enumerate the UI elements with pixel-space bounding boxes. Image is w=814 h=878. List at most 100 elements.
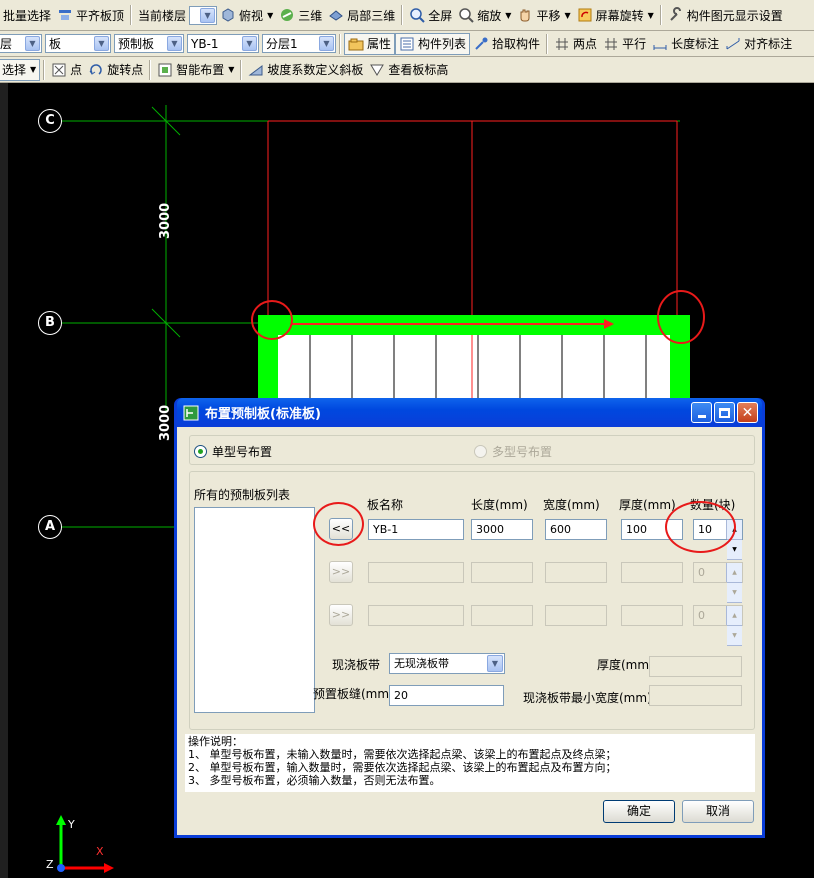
subtype-combo[interactable]: 预制板 ▼ xyxy=(114,34,184,53)
chevron-down-icon: ▼ xyxy=(487,655,503,672)
row2-name-input[interactable] xyxy=(368,562,464,583)
zoom-button[interactable]: 缩放 ▼ xyxy=(455,4,514,26)
zoom-icon xyxy=(458,7,474,23)
screen-rotate-button[interactable]: 屏幕旋转 ▼ xyxy=(574,4,657,26)
header-thickness: 厚度(mm) xyxy=(619,498,676,512)
layer-combo[interactable]: 分层1 ▼ xyxy=(262,34,336,53)
two-point-button[interactable]: 两点 xyxy=(551,33,600,55)
chevron-down-icon: ▼ xyxy=(94,36,109,51)
move-right-button-2[interactable]: >> xyxy=(329,561,353,583)
ucs-x-label: X xyxy=(96,845,104,858)
close-icon: ✕ xyxy=(741,404,754,421)
slab-frame xyxy=(258,315,690,405)
min-width-input[interactable] xyxy=(649,685,742,706)
ok-button[interactable]: 确定 xyxy=(603,800,675,823)
rotate-icon xyxy=(88,62,104,78)
instructions-title: 操作说明： xyxy=(188,735,243,748)
row1-length-input[interactable]: 3000 xyxy=(471,519,533,540)
fullscreen-button[interactable]: 全屏 xyxy=(406,4,455,26)
dialog-titlebar[interactable]: 布置预制板(标准板) ✕ xyxy=(177,398,762,427)
batch-select-button[interactable]: 批量选择 xyxy=(0,4,54,26)
instruction-line: 1、 单型号板布置，未输入数量时，需要依次选择起点梁、该梁上的布置起点及终点梁； xyxy=(188,748,617,761)
cast-strip-label: 现浇板带 xyxy=(332,658,381,672)
header-name: 板名称 xyxy=(367,498,404,512)
ucs-z-label: Z xyxy=(46,858,54,871)
row2-width-input[interactable] xyxy=(545,562,607,583)
ucs-y-label: Y xyxy=(68,818,75,831)
place-precast-slab-dialog: 布置预制板(标准板) ✕ 单型号布置 多型号布置 所有的预制板列表 板名称 长度… xyxy=(174,398,765,838)
app-window: 批量选择 平齐板顶 当前楼层 ▼ 俯视 ▼ 三维 局部三维 全屏 缩放 ▼ 平移 ▼ xyxy=(0,0,814,878)
zoom-all-icon xyxy=(409,7,425,23)
row3-count-spinner[interactable]: 0 ▲ ▼ xyxy=(693,605,743,646)
row3-thickness-input[interactable] xyxy=(621,605,683,626)
floor-combo[interactable]: 层 ▼ xyxy=(0,34,42,53)
row1-name-input[interactable]: YB-1 xyxy=(368,519,464,540)
close-button[interactable]: ✕ xyxy=(737,402,758,423)
cast-strip-select[interactable]: 无现浇板带 ▼ xyxy=(389,653,505,674)
ucs-icon xyxy=(56,815,114,873)
component-list-button[interactable]: 构件列表 xyxy=(395,32,471,55)
dialog-body: 单型号布置 多型号布置 所有的预制板列表 板名称 长度(mm) 宽度(mm) 厚… xyxy=(177,427,762,835)
row1-width-input[interactable]: 600 xyxy=(545,519,607,540)
3d-icon xyxy=(279,7,295,23)
component-name-combo[interactable]: YB-1 ▼ xyxy=(187,34,259,53)
chevron-down-icon: ▼ xyxy=(167,36,182,51)
top-view-button[interactable]: 俯视 ▼ xyxy=(217,4,276,26)
maximize-button[interactable] xyxy=(714,402,735,423)
instruction-line: 3、 多型号板布置，必须输入数量，否则无法布置。 xyxy=(188,774,441,787)
point-button[interactable]: 点 xyxy=(48,59,85,81)
cube-icon xyxy=(220,7,236,23)
local-3d-button[interactable]: 局部三维 xyxy=(325,4,398,26)
length-dimension-button[interactable]: 长度标注 xyxy=(649,33,722,55)
smart-layout-button[interactable]: 智能布置 ▼ xyxy=(154,59,237,81)
axis-label-c: C xyxy=(38,109,62,133)
row3-width-input[interactable] xyxy=(545,605,607,626)
row3-length-input[interactable] xyxy=(471,605,533,626)
minimize-button[interactable] xyxy=(691,402,712,423)
row2-count-spinner[interactable]: 0 ▲ ▼ xyxy=(693,562,743,603)
spinner-arrows-icon[interactable]: ▲ ▼ xyxy=(726,563,742,603)
floor-dropdown[interactable]: ▼ xyxy=(189,5,218,25)
align-top-icon xyxy=(57,7,73,23)
main-toolbar: 批量选择 平齐板顶 当前楼层 ▼ 俯视 ▼ 三维 局部三维 全屏 缩放 ▼ 平移 ▼ xyxy=(0,0,814,31)
properties-button[interactable]: 属性 xyxy=(344,32,396,55)
radio-checked-icon xyxy=(194,445,207,458)
slab-list-box[interactable] xyxy=(194,507,315,713)
pick-component-button[interactable]: 拾取构件 xyxy=(470,33,543,55)
align-slab-top-button[interactable]: 平齐板顶 xyxy=(54,4,127,26)
slab-gap-input[interactable]: 20 xyxy=(389,685,504,706)
view-slab-elevation-button[interactable]: 查看板标高 xyxy=(366,59,451,81)
slope-slab-button[interactable]: 坡度系数定义斜板 xyxy=(245,59,366,81)
cancel-button[interactable]: 取消 xyxy=(682,800,754,823)
canvas-left-edge xyxy=(0,83,8,878)
app-icon xyxy=(183,405,199,421)
pan-button[interactable]: 平移 ▼ xyxy=(514,4,573,26)
axis-label-b: B xyxy=(38,311,62,335)
header-width: 宽度(mm) xyxy=(543,498,600,512)
radio-multi[interactable]: 多型号布置 xyxy=(474,443,552,460)
axis-label-a: A xyxy=(38,515,62,539)
radio-single[interactable]: 单型号布置 xyxy=(194,443,272,460)
aligned-dimension-button[interactable]: 对齐标注 xyxy=(722,33,795,55)
maximize-icon xyxy=(719,407,730,418)
3d-button[interactable]: 三维 xyxy=(276,4,325,26)
dialog-title: 布置预制板(标准板) xyxy=(205,407,321,422)
select-button[interactable]: 选择 ▼ xyxy=(0,58,41,81)
smart-layout-icon xyxy=(157,62,173,78)
row2-length-input[interactable] xyxy=(471,562,533,583)
type-combo[interactable]: 板 ▼ xyxy=(45,34,111,53)
instruction-line: 2、 单型号板布置，输入数量时，需要依次选择起点梁、该梁上的布置起点及布置方向； xyxy=(188,761,617,774)
parallel-button[interactable]: 平行 xyxy=(600,33,649,55)
move-right-button-3[interactable]: >> xyxy=(329,604,353,626)
row2-thickness-input[interactable] xyxy=(621,562,683,583)
spinner-arrows-icon[interactable]: ▲ ▼ xyxy=(726,606,742,646)
slab-gap-label: 预置板缝(mm) xyxy=(313,687,394,701)
rotate-screen-icon xyxy=(577,7,593,23)
display-settings-button[interactable]: 构件图元显示设置 xyxy=(665,4,786,26)
chevron-down-icon: ▼ xyxy=(25,36,40,51)
dimension-text-lower: 3000 xyxy=(158,404,173,441)
row3-name-input[interactable] xyxy=(368,605,464,626)
two-point-icon xyxy=(554,36,570,52)
cast-thickness-input[interactable] xyxy=(649,656,742,677)
rotate-point-button[interactable]: 旋转点 xyxy=(85,59,146,81)
